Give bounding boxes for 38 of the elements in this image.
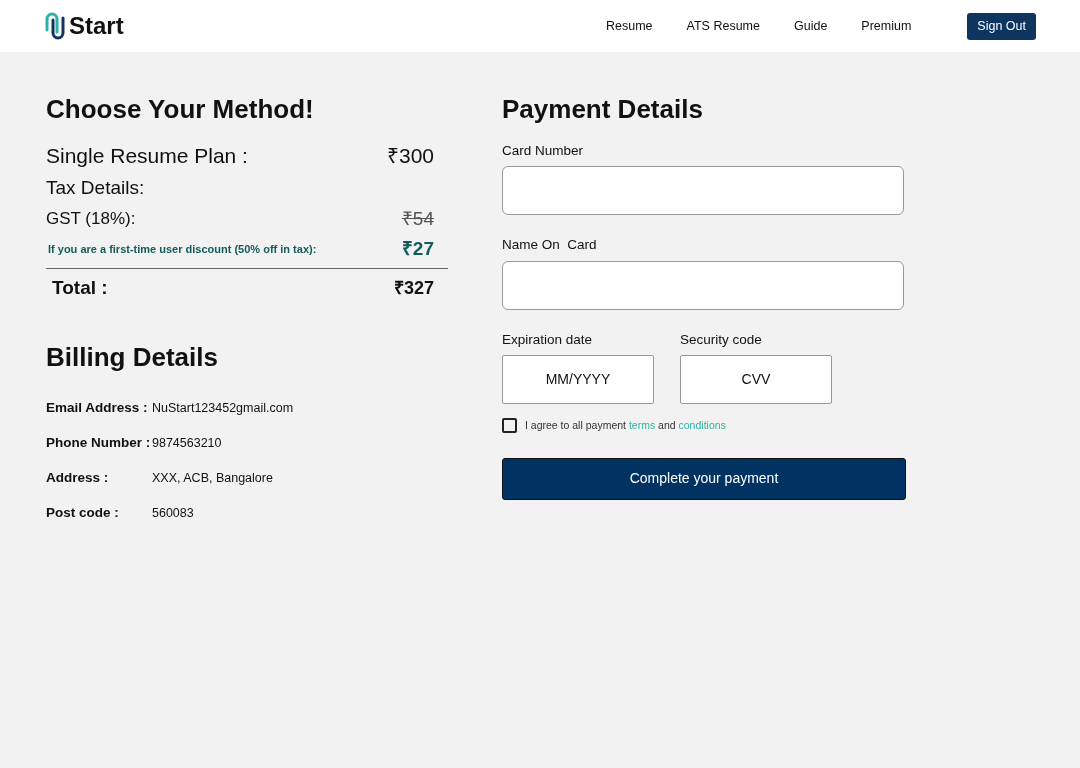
section-title: Billing Details	[46, 341, 219, 374]
price-label: Single Resume Plan :	[46, 142, 248, 169]
expiration-date-field[interactable]: MM/YYYY	[502, 354, 654, 404]
field-value: XXX, ACB, Bangalore	[152, 470, 273, 488]
price-amount: ₹300	[386, 142, 434, 169]
checkbox[interactable]	[502, 418, 517, 434]
nav-link[interactable]: Resume	[592, 16, 667, 36]
name-on-card-field[interactable]	[502, 260, 904, 310]
field-label: Name On Card	[502, 236, 598, 255]
nav-link[interactable]: Premium	[847, 16, 926, 36]
total-amount: ₹327	[393, 277, 434, 300]
field-value: 560083	[152, 505, 194, 523]
price-amount: ₹54	[401, 206, 434, 231]
sign-out-button[interactable]: Sign Out	[967, 12, 1036, 40]
nav-link[interactable]: Guide	[780, 16, 842, 36]
field-label: Address :	[46, 469, 110, 488]
section-title: Payment Details	[502, 93, 704, 126]
price-label: GST (18%):	[46, 208, 136, 231]
field-label: Card Number	[502, 142, 585, 160]
logo-text: Start	[69, 11, 124, 41]
complete-payment-button[interactable]: Complete your payment	[502, 457, 906, 500]
agreement-text: I agree to all payment terms and conditions	[525, 417, 726, 433]
price-label: Tax Details:	[46, 175, 145, 200]
field-label: Security code	[680, 330, 763, 349]
nav-link[interactable]: ATS Resume	[672, 16, 774, 36]
paperclip-logo-icon	[44, 12, 68, 40]
field-label: Phone Number :	[46, 434, 152, 453]
card-number-field[interactable]	[502, 166, 904, 216]
price-amount: ₹27	[401, 236, 434, 261]
total-label: Total :	[52, 276, 108, 301]
field-value: 9874563210	[152, 435, 222, 453]
section-title: Choose Your Method!	[46, 93, 315, 126]
field-label: Email Address :	[46, 399, 149, 418]
field-label: Post code :	[46, 504, 120, 523]
field-value: NuStart123452gmail.com	[152, 400, 294, 418]
price-label: If you are a first-time user discount (50% off in tax):	[47, 241, 317, 257]
security-code-field[interactable]: CVV	[680, 354, 832, 404]
field-label: Expiration date	[502, 330, 594, 349]
